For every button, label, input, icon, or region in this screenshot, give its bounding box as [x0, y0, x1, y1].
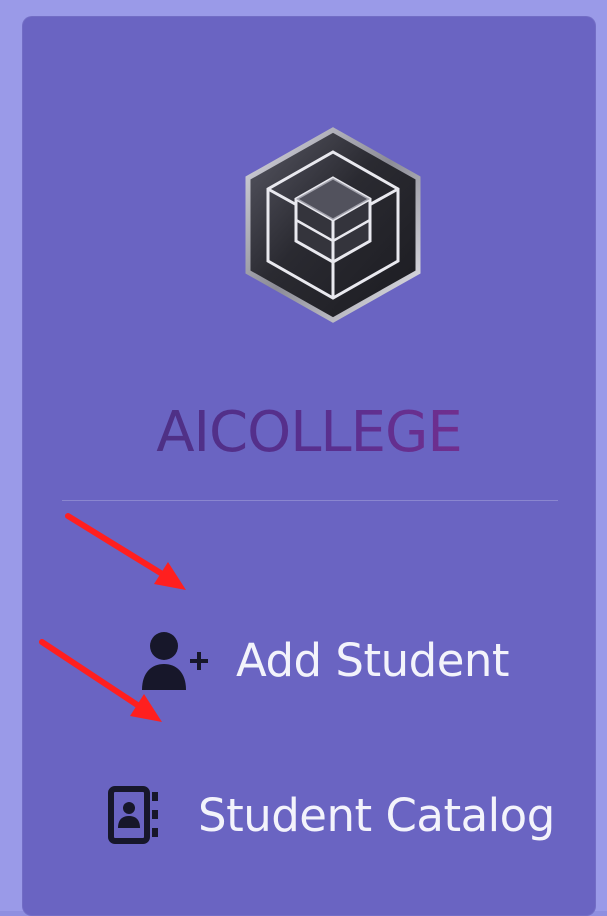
sidebar-item-label: Student Catalog: [198, 788, 555, 842]
brand-title: AICOLLEGE: [22, 400, 596, 465]
user-plus-icon: [142, 632, 208, 690]
window-frame: AICOLLEGE Add Student Student Catalog: [0, 0, 607, 916]
sidebar: AICOLLEGE Add Student Student Catalog: [22, 16, 596, 916]
sidebar-divider: [62, 500, 558, 501]
contact-book-icon: [108, 786, 158, 844]
aicollege-logo-icon: [245, 127, 421, 323]
sidebar-item-student-catalog[interactable]: Student Catalog: [108, 786, 555, 844]
sidebar-item-add-student[interactable]: Add Student: [140, 628, 510, 692]
sidebar-item-label: Add Student: [236, 633, 510, 687]
